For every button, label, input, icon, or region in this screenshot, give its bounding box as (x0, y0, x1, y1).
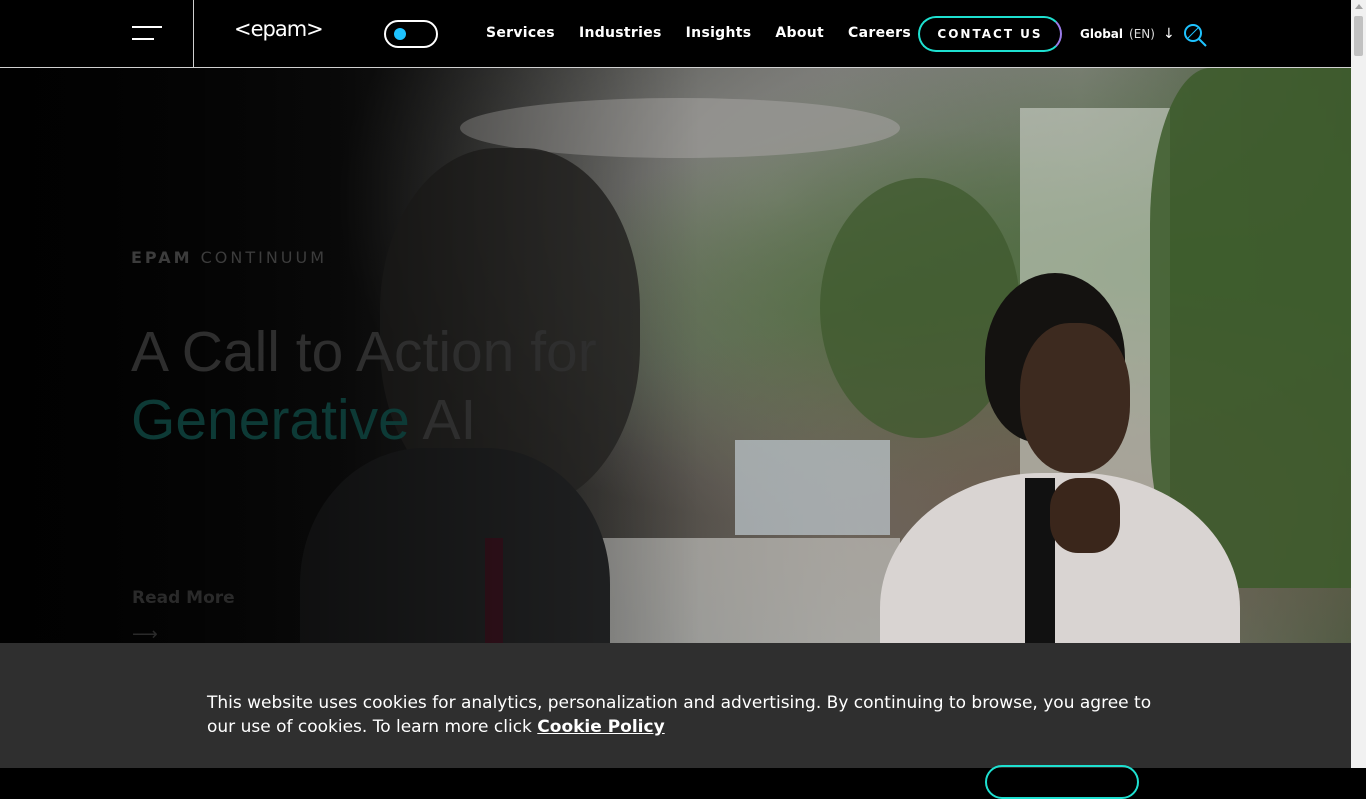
language-code: (EN) (1129, 27, 1155, 41)
eyebrow-brand: EPAM (131, 248, 193, 267)
hero-photo-monitor (735, 440, 890, 535)
hero-eyebrow: EPAM CONTINUUM (131, 248, 327, 267)
main-nav: Services Industries Insights About Caree… (486, 25, 935, 41)
language-region: Global (1080, 27, 1124, 41)
nav-about[interactable]: About (775, 25, 824, 41)
cookie-message: This website uses cookies for analytics,… (207, 691, 1167, 739)
arrow-down-icon: ↓ (1162, 26, 1175, 42)
page-scrollbar[interactable] (1351, 0, 1366, 768)
eyebrow-rest: CONTINUUM (200, 248, 328, 267)
theme-toggle[interactable] (384, 20, 438, 48)
epam-logo[interactable]: <epam> (234, 17, 324, 41)
scroll-thumb[interactable] (1354, 16, 1363, 56)
scroll-up-icon[interactable] (1355, 4, 1363, 9)
contact-us-button[interactable]: CONTACT US (918, 16, 1062, 52)
cookie-policy-link[interactable]: Cookie Policy (537, 717, 664, 737)
nav-careers[interactable]: Careers (848, 25, 911, 41)
toggle-knob (394, 28, 406, 40)
hero-photo-hands (1050, 478, 1120, 553)
read-more-link[interactable]: Read More (132, 588, 235, 608)
headline-accent: Generative (131, 388, 410, 452)
arrow-right-icon[interactable]: ⟶ (132, 624, 158, 645)
headline-tail: AI (422, 388, 477, 452)
hero-photo-woman-face (1020, 323, 1130, 473)
hero-headline: A Call to Action for Generative AI (131, 318, 597, 454)
cookie-text: This website uses cookies for analytics,… (207, 693, 1152, 737)
site-header: <epam> Services Industries Insights Abou… (0, 0, 1351, 68)
cookie-accept-button[interactable] (985, 765, 1139, 799)
nav-services[interactable]: Services (486, 25, 555, 41)
cookie-banner: This website uses cookies for analytics,… (0, 643, 1351, 799)
nav-industries[interactable]: Industries (579, 25, 662, 41)
menu-icon[interactable] (0, 0, 194, 67)
language-selector[interactable]: Global (EN) ↓ (1080, 26, 1175, 42)
search-icon[interactable] (1182, 22, 1208, 52)
headline-line1: A Call to Action for (131, 320, 597, 384)
nav-insights[interactable]: Insights (686, 25, 752, 41)
